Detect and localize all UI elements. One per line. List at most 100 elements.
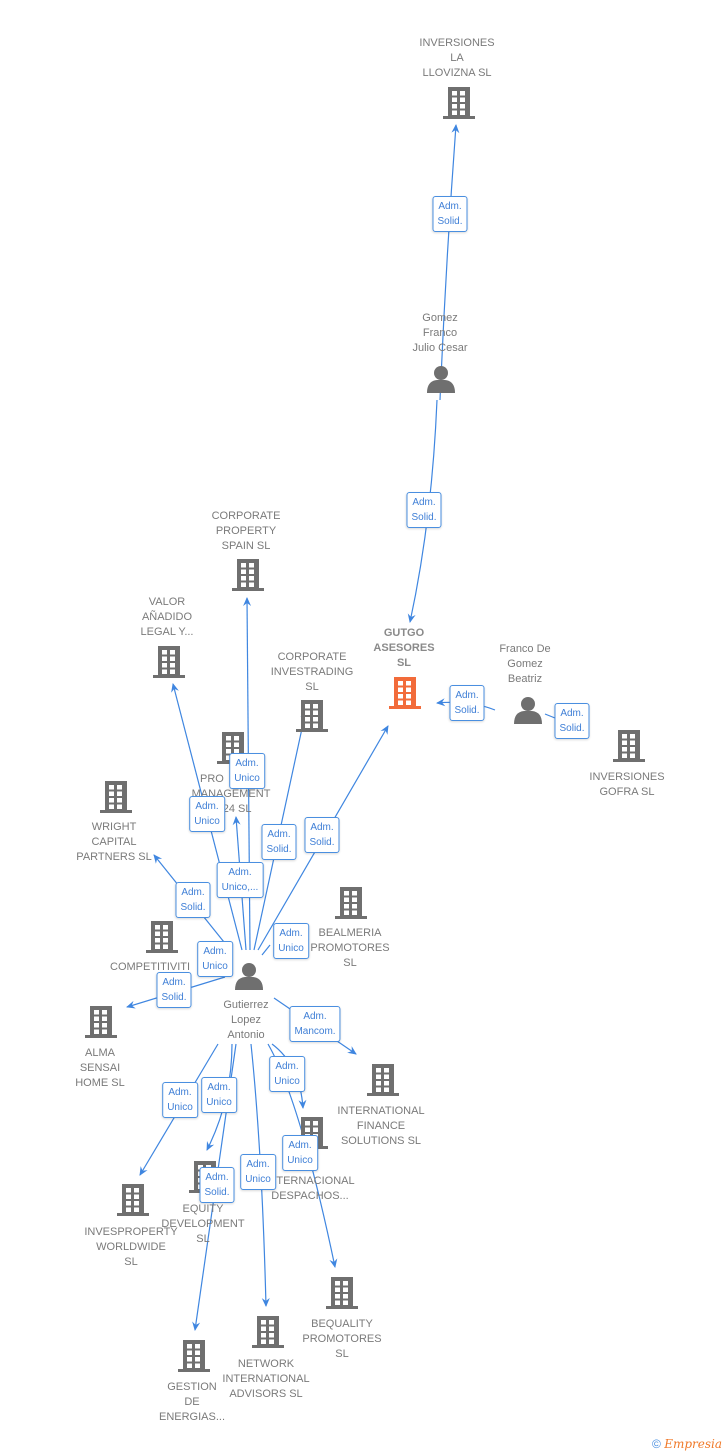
role-badge[interactable]: Adm. Unico: [189, 796, 225, 832]
building-icon: [100, 781, 132, 813]
role-badge[interactable]: Adm. Solid.: [261, 824, 297, 860]
node-gestion[interactable]: GESTION DE ENERGIAS...: [159, 1340, 225, 1423]
node-label: Beatriz: [508, 673, 542, 685]
node-label: SL: [124, 1256, 137, 1268]
role-badge[interactable]: Adm. Unico: [269, 1056, 305, 1092]
building-icon: [85, 1006, 117, 1038]
node-label: HOME SL: [75, 1077, 125, 1089]
footer-brand: © Empresia: [652, 1437, 722, 1451]
node-label: SL: [305, 681, 318, 693]
role-badge[interactable]: Adm. Unico: [197, 941, 233, 977]
node-label: Gomez: [507, 658, 542, 670]
node-label: VALOR: [149, 596, 186, 608]
building-icon: [146, 921, 178, 953]
node-gofra[interactable]: INVERSIONES GOFRA SL: [589, 730, 665, 798]
node-gomez[interactable]: Gomez Franco Julio Cesar: [412, 312, 468, 393]
edge-gutierrez-to-bealmeria: [261, 944, 271, 956]
role-badge[interactable]: Adm. Unico: [273, 923, 309, 959]
node-label: PRO: [200, 773, 224, 785]
node-label: SENSAI: [80, 1062, 120, 1074]
node-label: Franco: [423, 327, 457, 339]
node-label: Julio Cesar: [412, 342, 467, 354]
role-badge[interactable]: Adm. Solid.: [156, 972, 192, 1008]
node-bealmeria[interactable]: BEALMERIA PROMOTORES SL: [310, 887, 390, 969]
node-label: Gutierrez: [223, 999, 268, 1011]
building-icon: [153, 646, 185, 678]
brand-logo: Empresia: [664, 1437, 722, 1451]
node-label: NETWORK: [238, 1358, 295, 1370]
node-label: INTERNATIONAL: [337, 1105, 424, 1117]
node-label: SL: [196, 1233, 209, 1245]
building-icon: [178, 1340, 210, 1372]
role-badge[interactable]: Adm. Solid.: [432, 196, 468, 232]
building-icon: [252, 1316, 284, 1348]
node-label: DEVELOPMENT: [161, 1218, 244, 1230]
node-label: DESPACHOS...: [271, 1190, 348, 1202]
node-label: PROPERTY: [216, 525, 277, 537]
role-badge[interactable]: Adm. Unico,...: [216, 862, 264, 898]
role-badge[interactable]: Adm. Solid.: [304, 817, 340, 853]
node-label: WORLDWIDE: [96, 1241, 166, 1253]
node-label: INVERSIONES: [419, 37, 494, 49]
node-label: GOFRA SL: [599, 786, 654, 798]
node-label: Gomez: [422, 312, 457, 324]
node-label: CORPORATE: [278, 651, 347, 663]
building-icon: [232, 559, 264, 591]
node-label: INVESTRADING: [271, 666, 354, 678]
node-label: ENERGIAS...: [159, 1411, 225, 1423]
person-icon: [427, 366, 455, 393]
node-label: CAPITAL: [91, 836, 136, 848]
node-label: PARTNERS SL: [76, 851, 151, 863]
building-icon: [443, 87, 475, 119]
node-label: Franco De: [499, 643, 550, 655]
graph-canvas: INVERSIONES LA LLOVIZNA SL Gomez Franco Julio…: [75, 37, 665, 1423]
node-label: INTERNATIONAL: [222, 1373, 309, 1385]
building-icon: [335, 887, 367, 919]
node-label: SL: [335, 1348, 348, 1360]
node-label: LEGAL Y...: [140, 626, 193, 638]
building-icon: [367, 1064, 399, 1096]
building-icon: [613, 730, 645, 762]
person-icon: [514, 697, 542, 724]
node-label: LLOVIZNA SL: [422, 67, 491, 79]
node-compet[interactable]: COMPETITIVITI: [110, 921, 190, 973]
node-label: LA: [450, 52, 464, 64]
node-bequality[interactable]: BEQUALITY PROMOTORES SL: [302, 1277, 382, 1360]
role-badge[interactable]: Adm. Solid.: [175, 882, 211, 918]
building-icon: [326, 1277, 358, 1309]
node-label: PROMOTORES: [302, 1333, 381, 1345]
node-llovizna[interactable]: INVERSIONES LA LLOVIZNA SL: [419, 37, 495, 119]
node-label: CORPORATE: [212, 510, 281, 522]
node-ifs[interactable]: INTERNATIONAL FINANCE SOLUTIONS SL: [337, 1064, 425, 1147]
node-gutgo[interactable]: GUTGO ASESORES SL: [373, 627, 435, 709]
node-label: BEQUALITY: [311, 1318, 373, 1330]
node-label: INVERSIONES: [589, 771, 664, 783]
node-label: INTERNACIONAL: [265, 1175, 354, 1187]
node-cinv[interactable]: CORPORATE INVESTRADING SL: [271, 651, 354, 732]
network-diagram: INVERSIONES LA LLOVIZNA SL Gomez Franco Julio…: [0, 0, 728, 1455]
role-badge[interactable]: Adm. Solid.: [449, 685, 485, 721]
node-wright[interactable]: WRIGHT CAPITAL PARTNERS SL: [76, 781, 152, 863]
node-network[interactable]: NETWORK INTERNATIONAL ADVISORS SL: [222, 1316, 310, 1400]
role-badge[interactable]: Adm. Unico: [240, 1154, 276, 1190]
role-badge[interactable]: Adm. Mancom.: [289, 1006, 341, 1042]
role-badge[interactable]: Adm. Unico: [162, 1082, 198, 1118]
node-cps[interactable]: CORPORATE PROPERTY SPAIN SL: [212, 510, 281, 591]
building-icon: [117, 1184, 149, 1216]
node-label: GESTION: [167, 1381, 217, 1393]
role-badge[interactable]: Adm. Unico: [201, 1077, 237, 1113]
role-badge[interactable]: Adm. Unico: [282, 1135, 318, 1171]
role-badge[interactable]: Adm. Solid.: [199, 1167, 235, 1203]
building-icon: [389, 677, 421, 709]
person-icon: [235, 963, 263, 990]
node-label: AÑADIDO: [142, 610, 193, 623]
role-badge[interactable]: Adm. Solid.: [554, 703, 590, 739]
node-beatriz[interactable]: Franco De Gomez Beatriz: [499, 643, 551, 724]
role-badge[interactable]: Adm. Solid.: [406, 492, 442, 528]
node-valor[interactable]: VALOR AÑADIDO LEGAL Y...: [140, 596, 194, 678]
node-alma[interactable]: ALMA SENSAI HOME SL: [75, 1006, 125, 1089]
role-badge[interactable]: Adm. Unico: [229, 753, 265, 789]
node-label: ADVISORS SL: [229, 1388, 302, 1400]
node-label: ALMA: [85, 1047, 116, 1059]
node-label: SL: [397, 657, 411, 669]
